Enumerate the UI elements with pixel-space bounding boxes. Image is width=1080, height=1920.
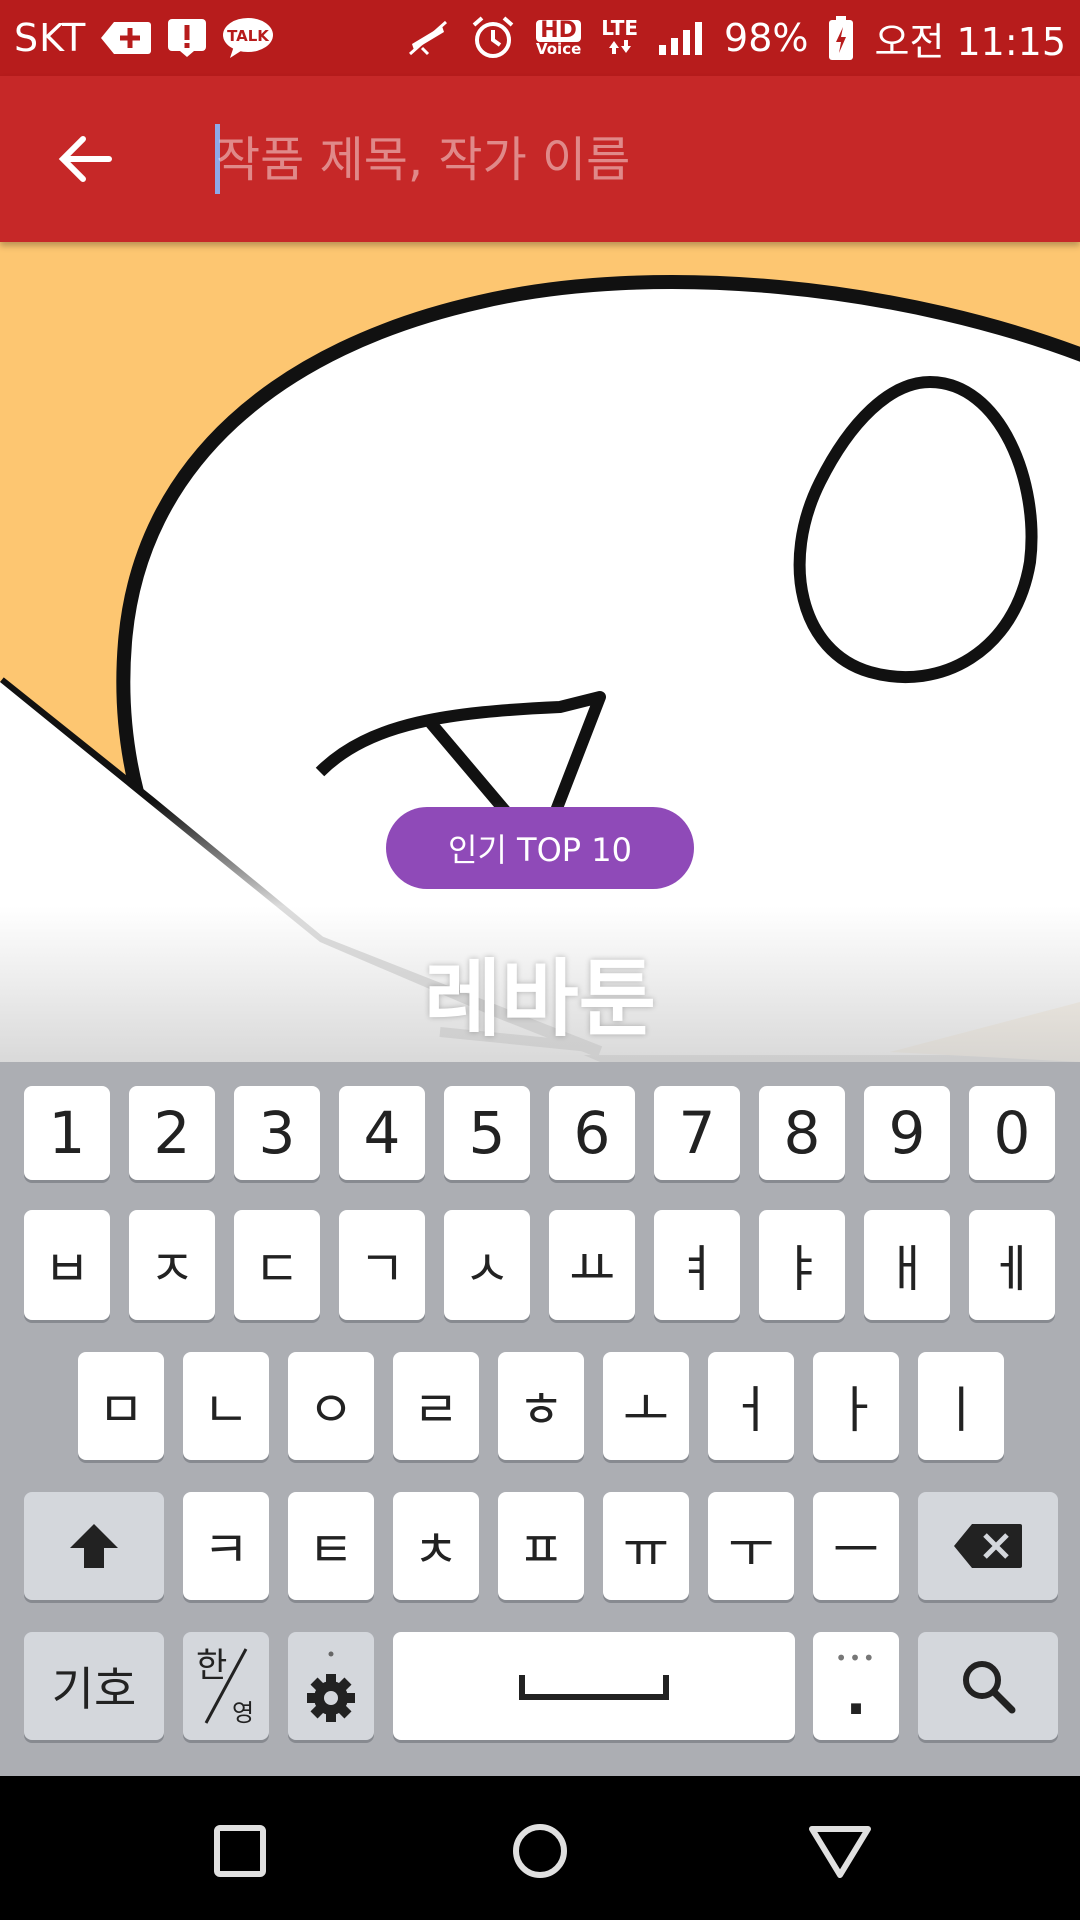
square-recents-icon [214, 1825, 266, 1877]
lang-primary-label: 한 [196, 1646, 227, 1686]
triangle-back-icon [809, 1826, 871, 1878]
key-9[interactable]: 9 [864, 1086, 950, 1180]
lte-icon: LTE [601, 18, 638, 58]
language-toggle-icon: 한 영 [196, 1646, 254, 1727]
period-key[interactable]: ••• . [813, 1632, 899, 1740]
key-jieut[interactable]: ㅈ [129, 1210, 215, 1320]
key-0[interactable]: 0 [969, 1086, 1055, 1180]
key-chieut[interactable]: ㅊ [393, 1492, 479, 1600]
status-bar: SKT TALK HD Voice LTE 98% 오전 11:15 [0, 0, 1080, 76]
lang-secondary-label: 영 [232, 1699, 254, 1727]
alarm-icon [470, 15, 516, 61]
backspace-key[interactable] [918, 1492, 1058, 1600]
key-bieup[interactable]: ㅂ [24, 1210, 110, 1320]
kakaotalk-icon: TALK [222, 16, 274, 60]
key-yo[interactable]: ㅛ [549, 1210, 635, 1320]
symbols-key[interactable]: 기호 [24, 1632, 164, 1740]
kakaotalk-label: TALK [227, 27, 270, 45]
featured-banner[interactable]: 인기 TOP 10 레바툰 [0, 242, 1080, 1062]
banner-title: 레바툰 [424, 950, 656, 1048]
search-input[interactable] [214, 114, 1038, 206]
space-bar-icon [519, 1675, 669, 1700]
home-button[interactable] [495, 1806, 585, 1896]
key-e[interactable]: ㅔ [969, 1210, 1055, 1320]
key-ae[interactable]: ㅐ [864, 1210, 950, 1320]
space-key[interactable] [393, 1632, 795, 1740]
search-icon [963, 1661, 1016, 1714]
shift-key[interactable] [24, 1492, 164, 1600]
key-rieul[interactable]: ㄹ [393, 1352, 479, 1460]
shift-arrow-icon [70, 1524, 118, 1568]
key-8[interactable]: 8 [759, 1086, 845, 1180]
key-eo[interactable]: ㅓ [708, 1352, 794, 1460]
key-eu[interactable]: ㅡ [813, 1492, 899, 1600]
hd-voice-icon: HD Voice [535, 17, 582, 58]
medical-plus-icon [100, 20, 152, 56]
key-nieun[interactable]: ㄴ [183, 1352, 269, 1460]
key-yeo[interactable]: ㅕ [654, 1210, 740, 1320]
search-app-bar [0, 76, 1080, 242]
key-o[interactable]: ㅗ [603, 1352, 689, 1460]
battery-charging-icon [828, 15, 854, 61]
key-ieung[interactable]: ㅇ [288, 1352, 374, 1460]
vibrate-mute-icon [406, 18, 450, 58]
carrier-label: SKT [14, 16, 87, 60]
key-4[interactable]: 4 [339, 1086, 425, 1180]
key-u[interactable]: ㅜ [708, 1492, 794, 1600]
key-digeut[interactable]: ㄷ [234, 1210, 320, 1320]
search-key[interactable] [918, 1632, 1058, 1740]
key-3[interactable]: 3 [234, 1086, 320, 1180]
key-1[interactable]: 1 [24, 1086, 110, 1180]
system-navigation-bar [0, 1776, 1080, 1920]
key-tieut[interactable]: ㅌ [288, 1492, 374, 1600]
key-kieuk[interactable]: ㅋ [183, 1492, 269, 1600]
key-pieup[interactable]: ㅍ [498, 1492, 584, 1600]
signal-icon [658, 21, 704, 55]
clock: 오전 11:15 [874, 19, 1066, 64]
alert-notification-icon [166, 17, 208, 59]
key-mieum[interactable]: ㅁ [78, 1352, 164, 1460]
key-giyeok[interactable]: ㄱ [339, 1210, 425, 1320]
back-nav-button[interactable] [795, 1806, 885, 1896]
backspace-icon [954, 1524, 1022, 1568]
key-i[interactable]: ㅣ [918, 1352, 1004, 1460]
settings-key[interactable] [288, 1632, 374, 1740]
key-7[interactable]: 7 [654, 1086, 740, 1180]
key-siot[interactable]: ㅅ [444, 1210, 530, 1320]
key-yu[interactable]: ㅠ [603, 1492, 689, 1600]
key-ya[interactable]: ㅑ [759, 1210, 845, 1320]
key-5[interactable]: 5 [444, 1086, 530, 1180]
gear-icon [307, 1651, 355, 1722]
popular-top10-badge[interactable]: 인기 TOP 10 [386, 807, 694, 889]
back-button[interactable] [52, 126, 118, 192]
korean-keyboard: 1 2 3 4 5 6 7 8 9 0 ㅂ ㅈ ㄷ ㄱ ㅅ ㅛ ㅕ ㅑ ㅐ ㅔ … [0, 1062, 1080, 1776]
key-hieut[interactable]: ㅎ [498, 1352, 584, 1460]
period-label: . [845, 1663, 867, 1728]
recent-apps-button[interactable] [195, 1806, 285, 1896]
language-toggle-key[interactable]: 한 영 [183, 1632, 269, 1740]
key-2[interactable]: 2 [129, 1086, 215, 1180]
back-arrow-icon [58, 136, 112, 182]
key-6[interactable]: 6 [549, 1086, 635, 1180]
battery-percent: 98% [724, 16, 809, 60]
key-a[interactable]: ㅏ [813, 1352, 899, 1460]
circle-home-icon [513, 1824, 567, 1878]
